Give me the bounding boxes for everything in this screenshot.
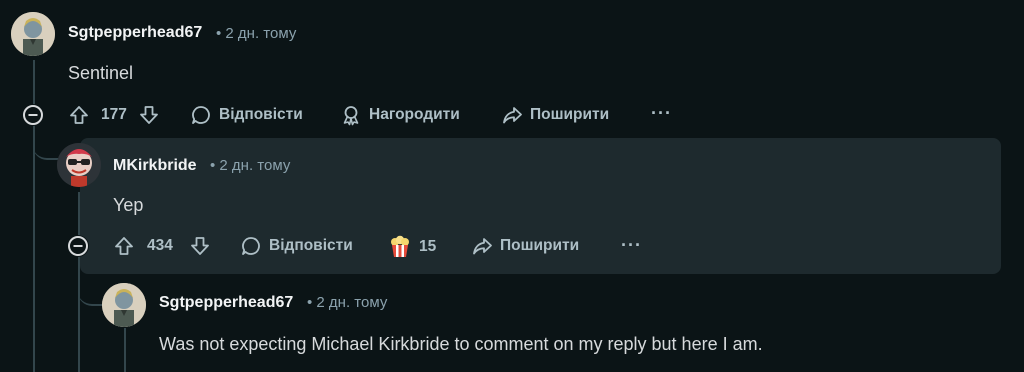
- comment-text: Yep: [113, 195, 144, 215]
- downvote-button[interactable]: [189, 235, 211, 257]
- user-avatar-icon: [11, 12, 55, 56]
- upvote-arrow-icon: [70, 106, 88, 124]
- share-button[interactable]: Поширити: [471, 235, 579, 257]
- thread-connector: [33, 126, 59, 160]
- share-button[interactable]: Поширити: [501, 104, 609, 126]
- collapse-thread-button[interactable]: [22, 104, 44, 126]
- share-label: Поширити: [500, 237, 580, 254]
- award-button[interactable]: Нагородити: [340, 104, 460, 126]
- thread-line-nested: [124, 328, 126, 372]
- reply-icon: [192, 106, 210, 124]
- upvote-button[interactable]: [68, 104, 90, 126]
- share-icon: [503, 107, 522, 124]
- user-avatar-icon: [57, 143, 101, 187]
- comment-timestamp[interactable]: • 2 дн. тому: [307, 294, 387, 311]
- comment-author[interactable]: Sgtpepperhead67: [159, 294, 293, 312]
- upvote-arrow-icon: [115, 237, 133, 255]
- avatar[interactable]: [11, 12, 55, 56]
- award-button[interactable]: 15: [388, 235, 436, 259]
- avatar[interactable]: [57, 143, 101, 187]
- reply-icon: [242, 237, 260, 255]
- award-count: 15: [419, 238, 437, 255]
- award-label: Нагородити: [369, 106, 460, 123]
- reply-button[interactable]: Відповісти: [240, 235, 353, 257]
- popcorn-award-icon: [391, 235, 409, 257]
- award-icon: [343, 106, 359, 126]
- comment-author[interactable]: MKirkbride: [113, 157, 197, 175]
- upvote-button[interactable]: [113, 235, 135, 257]
- user-avatar-icon: [102, 283, 146, 327]
- comment-text: Was not expecting Michael Kirkbride to c…: [159, 334, 763, 354]
- collapse-icon: [68, 236, 88, 256]
- downvote-button[interactable]: [138, 104, 160, 126]
- reply-button[interactable]: Відповісти: [190, 104, 303, 126]
- downvote-arrow-icon: [140, 106, 158, 124]
- avatar[interactable]: [102, 283, 146, 327]
- downvote-arrow-icon: [191, 237, 209, 255]
- comment-timestamp[interactable]: • 2 дн. тому: [210, 157, 290, 174]
- reply-label: Відповісти: [269, 237, 353, 254]
- comment-author[interactable]: Sgtpepperhead67: [68, 24, 202, 42]
- collapse-icon: [23, 105, 43, 125]
- share-icon: [473, 238, 492, 255]
- vote-count: 434: [147, 237, 173, 254]
- more-options-button[interactable]: ···: [651, 103, 672, 124]
- vote-count: 177: [101, 106, 127, 123]
- reply-label: Відповісти: [219, 106, 303, 123]
- share-label: Поширити: [530, 106, 610, 123]
- more-options-button[interactable]: ···: [621, 235, 642, 256]
- comment-text: Sentinel: [68, 63, 134, 83]
- collapse-thread-button[interactable]: [67, 235, 89, 257]
- comment-timestamp[interactable]: • 2 дн. тому: [216, 25, 296, 42]
